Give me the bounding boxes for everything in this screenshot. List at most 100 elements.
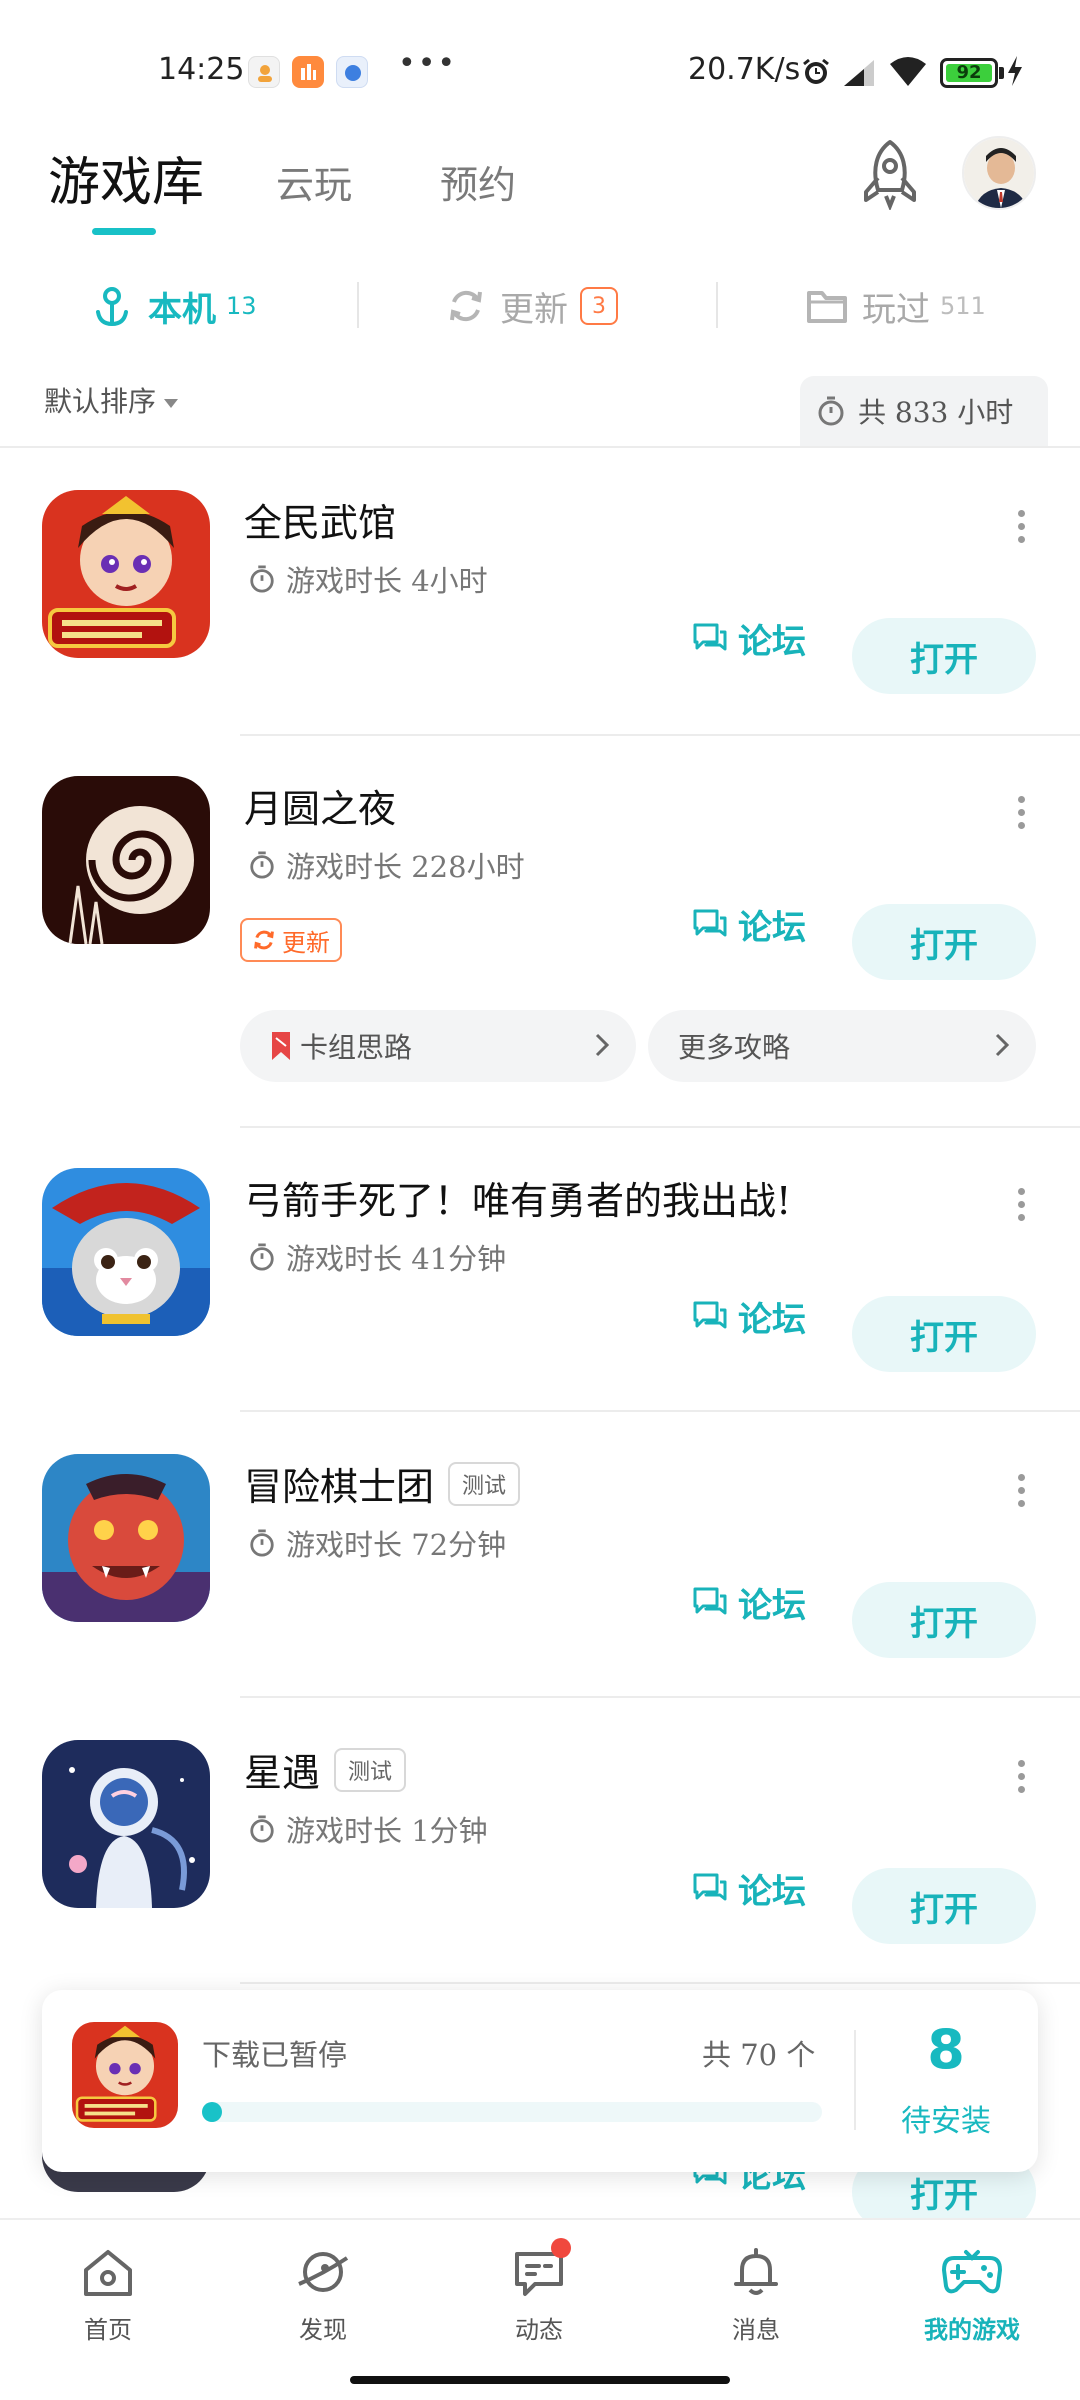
- sort-dropdown[interactable]: 默认排序: [44, 380, 179, 420]
- open-button[interactable]: 打开: [852, 904, 1036, 980]
- folder-icon: [807, 291, 847, 323]
- forum-label: 论坛: [738, 622, 806, 662]
- open-button[interactable]: 打开: [852, 618, 1036, 694]
- subtab-local-count: 13: [226, 292, 257, 320]
- game-icon-yueyuan-zhiye[interactable]: [42, 776, 210, 944]
- total-playtime-text: 共 833 小时: [858, 396, 1014, 429]
- forum-icon: [693, 1873, 727, 1900]
- game-playtime-text: 游戏时长 4小时: [286, 564, 488, 598]
- pending-install-count[interactable]: 8: [854, 2018, 1038, 2081]
- status-bar: 14:25 ••• 20.7K/s 92: [0, 0, 1080, 148]
- sort-label: 默认排序: [44, 385, 157, 418]
- test-tag: 测试: [448, 1461, 521, 1506]
- download-game-icon: [72, 2022, 178, 2128]
- pending-install-label[interactable]: 待安装: [854, 2096, 1038, 2140]
- open-button[interactable]: 打开: [852, 1868, 1036, 1944]
- chevron-right-icon: [995, 1033, 1010, 1057]
- forum-button[interactable]: 论坛: [692, 614, 806, 663]
- subtab-played-label: 玩过: [862, 289, 930, 330]
- game-title: 弓箭手死了！唯有勇者的我出战!: [244, 1179, 792, 1223]
- guide-more-strategies[interactable]: 更多攻略: [648, 1010, 1036, 1082]
- nav-my-games[interactable]: 我的游戏: [902, 2244, 1042, 2345]
- status-time: 14:25: [158, 52, 245, 87]
- game-icon-quanmin-wuguan[interactable]: [42, 490, 210, 658]
- download-progress-fill: [202, 2102, 222, 2122]
- subtab-update-label: 更新: [500, 289, 568, 330]
- subtab-update[interactable]: 更新 3: [446, 276, 618, 336]
- avatar[interactable]: [962, 136, 1036, 210]
- game-playtime: 游戏时长 4小时: [248, 558, 488, 600]
- update-tag-label: 更新: [282, 928, 330, 957]
- game-icon-archer-hero[interactable]: [42, 1168, 210, 1336]
- forum-button[interactable]: 论坛: [692, 900, 806, 949]
- caret-down-icon: [164, 399, 179, 408]
- more-notifications: •••: [398, 46, 458, 81]
- game-title: 冒险棋士团 测试: [244, 1456, 521, 1511]
- subtab-local[interactable]: 本机 13: [90, 276, 257, 336]
- open-button[interactable]: 打开: [852, 1582, 1036, 1658]
- nav-label: 首页: [84, 2316, 132, 2344]
- bottom-nav: 首页 发现 动态 消息 我的游戏: [0, 2218, 1080, 2400]
- notification-app-icon: [292, 56, 324, 88]
- divider: [357, 282, 359, 328]
- nav-home[interactable]: 首页: [38, 2244, 178, 2345]
- game-playtime-text: 游戏时长 41分钟: [286, 1242, 507, 1276]
- guide-deck-ideas[interactable]: 卡组思路: [240, 1010, 636, 1082]
- more-options-icon[interactable]: [1018, 1188, 1030, 1227]
- forum-button[interactable]: 论坛: [692, 1292, 806, 1341]
- game-title-text: 冒险棋士团: [244, 1465, 435, 1509]
- forum-icon: [693, 1301, 727, 1328]
- game-title: 星遇 测试: [244, 1742, 407, 1797]
- divider: [716, 282, 718, 328]
- nav-label: 我的游戏: [924, 2315, 1020, 2344]
- forum-label: 论坛: [738, 1586, 806, 1626]
- tab-reservation[interactable]: 预约: [440, 154, 516, 209]
- subtab-played-count: 511: [940, 292, 986, 320]
- notification-app-icon: [336, 56, 368, 88]
- stopwatch-icon: [250, 1815, 274, 1843]
- signal-icon: [842, 58, 878, 92]
- nav-label: 发现: [299, 2316, 347, 2344]
- divider: [240, 1126, 1080, 1128]
- game-title-text: 星遇: [244, 1751, 321, 1795]
- home-icon: [84, 2250, 132, 2296]
- nav-discover[interactable]: 发现: [253, 2244, 393, 2345]
- forum-button[interactable]: 论坛: [692, 1864, 806, 1913]
- guide-label: 卡组思路: [300, 1031, 413, 1064]
- stopwatch-icon: [250, 851, 274, 879]
- update-count-badge: 3: [580, 287, 618, 325]
- open-button[interactable]: 打开: [852, 1296, 1036, 1372]
- test-tag: 测试: [334, 1747, 407, 1792]
- tab-cloud-play[interactable]: 云玩: [276, 154, 352, 209]
- game-icon-adventure-chess[interactable]: [42, 1454, 210, 1622]
- more-options-icon[interactable]: [1018, 510, 1030, 549]
- divider: [240, 1696, 1080, 1698]
- refresh-icon: [450, 290, 482, 322]
- game-playtime: 游戏时长 41分钟: [248, 1236, 506, 1278]
- download-status-card[interactable]: 下载已暂停 共 70 个 8 待安装: [42, 1990, 1038, 2172]
- game-playtime: 游戏时长 1分钟: [248, 1808, 488, 1850]
- forum-icon: [693, 1587, 727, 1614]
- more-options-icon[interactable]: [1018, 796, 1030, 835]
- tab-indicator: [92, 228, 156, 235]
- charging-icon: [1006, 54, 1024, 92]
- more-options-icon[interactable]: [1018, 1760, 1030, 1799]
- network-speed: 20.7K/s: [688, 52, 801, 87]
- game-icon-xingyu[interactable]: [42, 1740, 210, 1908]
- notification-badge: [551, 2238, 571, 2258]
- stopwatch-icon: [250, 1529, 274, 1557]
- nav-messages[interactable]: 消息: [686, 2244, 826, 2345]
- update-tag[interactable]: 更新: [240, 918, 342, 962]
- forum-label: 论坛: [738, 908, 806, 948]
- forum-button[interactable]: 论坛: [692, 1578, 806, 1627]
- home-indicator[interactable]: [350, 2376, 730, 2384]
- stopwatch-icon: [250, 565, 274, 593]
- wifi-icon: [888, 56, 928, 92]
- tab-game-library[interactable]: 游戏库: [48, 140, 204, 215]
- alarm-icon: [800, 56, 832, 92]
- more-options-icon[interactable]: [1018, 1474, 1030, 1513]
- subtab-played[interactable]: 玩过 511: [806, 276, 986, 336]
- nav-feed[interactable]: 动态: [469, 2238, 609, 2345]
- rocket-icon[interactable]: [856, 138, 924, 214]
- bell-icon: [734, 2248, 778, 2295]
